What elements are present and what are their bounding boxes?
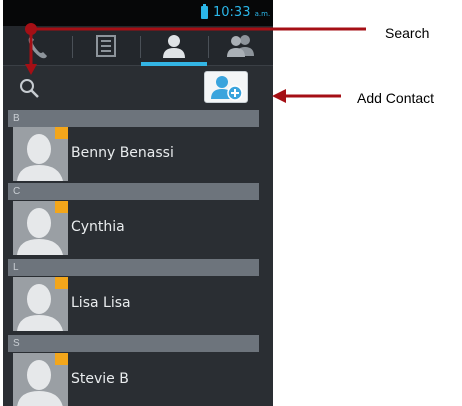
search-callout-arrow bbox=[25, 64, 37, 75]
callout-lines bbox=[25, 23, 366, 103]
add-contact-callout-arrow bbox=[272, 89, 286, 103]
add-contact-callout-label: Add Contact bbox=[357, 90, 435, 106]
search-callout-label: Search bbox=[385, 25, 430, 41]
